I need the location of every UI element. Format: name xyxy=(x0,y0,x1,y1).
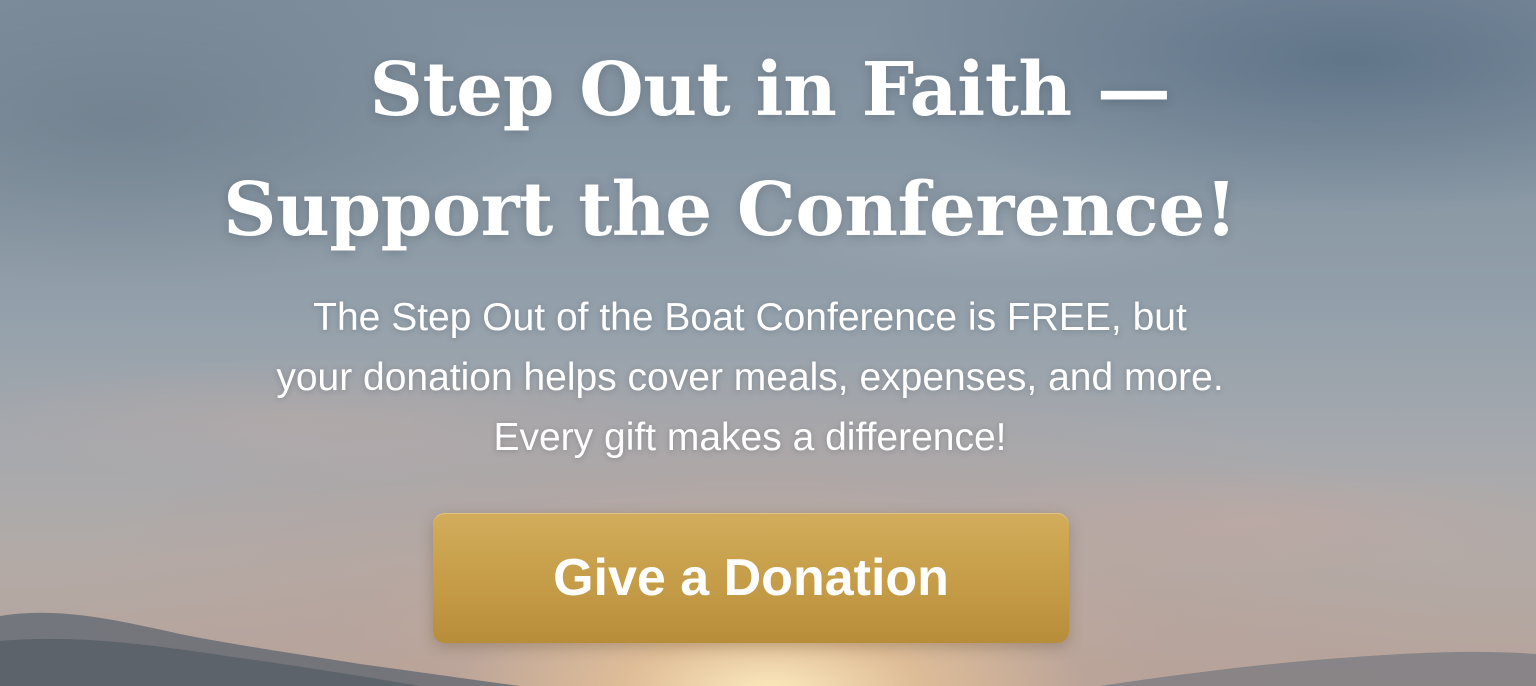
give-donation-button[interactable]: Give a Donation xyxy=(433,513,1069,643)
description-line-3: Every gift makes a difference! xyxy=(493,416,1007,459)
description-line-1: The Step Out of the Boat Conference is F… xyxy=(313,296,1187,339)
title-line-1: Step Out in Faith — xyxy=(369,47,1171,133)
description-line-2: your donation helps cover meals, expense… xyxy=(276,356,1224,399)
page-title: Step Out in Faith — Support the Conferen… xyxy=(0,30,1460,270)
hero-description: The Step Out of the Boat Conference is F… xyxy=(150,288,1350,468)
hero-section: Step Out in Faith — Support the Conferen… xyxy=(0,0,1536,686)
title-line-2: Support the Conference! xyxy=(223,167,1237,253)
